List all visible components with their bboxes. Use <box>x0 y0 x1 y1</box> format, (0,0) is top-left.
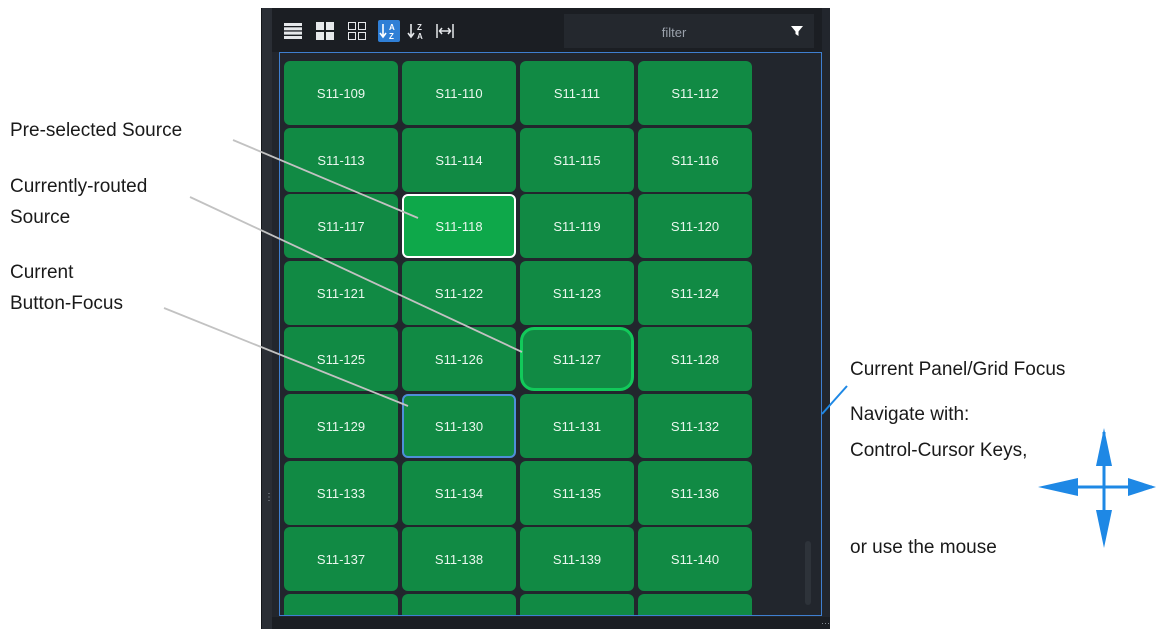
cursor-keys-arrow-icon <box>1038 428 1156 548</box>
routed-annotation-line2: Source <box>10 207 71 228</box>
focus-leader-line <box>163 307 409 407</box>
mouse-annotation: or use the mouse <box>850 537 997 558</box>
panel-focus-leader-line <box>821 385 848 415</box>
keys-annotation: Control-Cursor Keys, <box>850 440 1028 461</box>
navigate-annotation: Navigate with: <box>850 404 970 425</box>
routed-annotation-line1: Currently-routed <box>10 176 148 197</box>
panel-focus-annotation: Current Panel/Grid Focus <box>850 359 1066 380</box>
preselected-leader-line <box>232 139 419 219</box>
focus-annotation-line1: Current <box>10 262 74 283</box>
focus-annotation-line2: Button-Focus <box>10 293 123 314</box>
routed-leader-line <box>189 196 523 353</box>
preselected-annotation: Pre-selected Source <box>10 120 183 141</box>
